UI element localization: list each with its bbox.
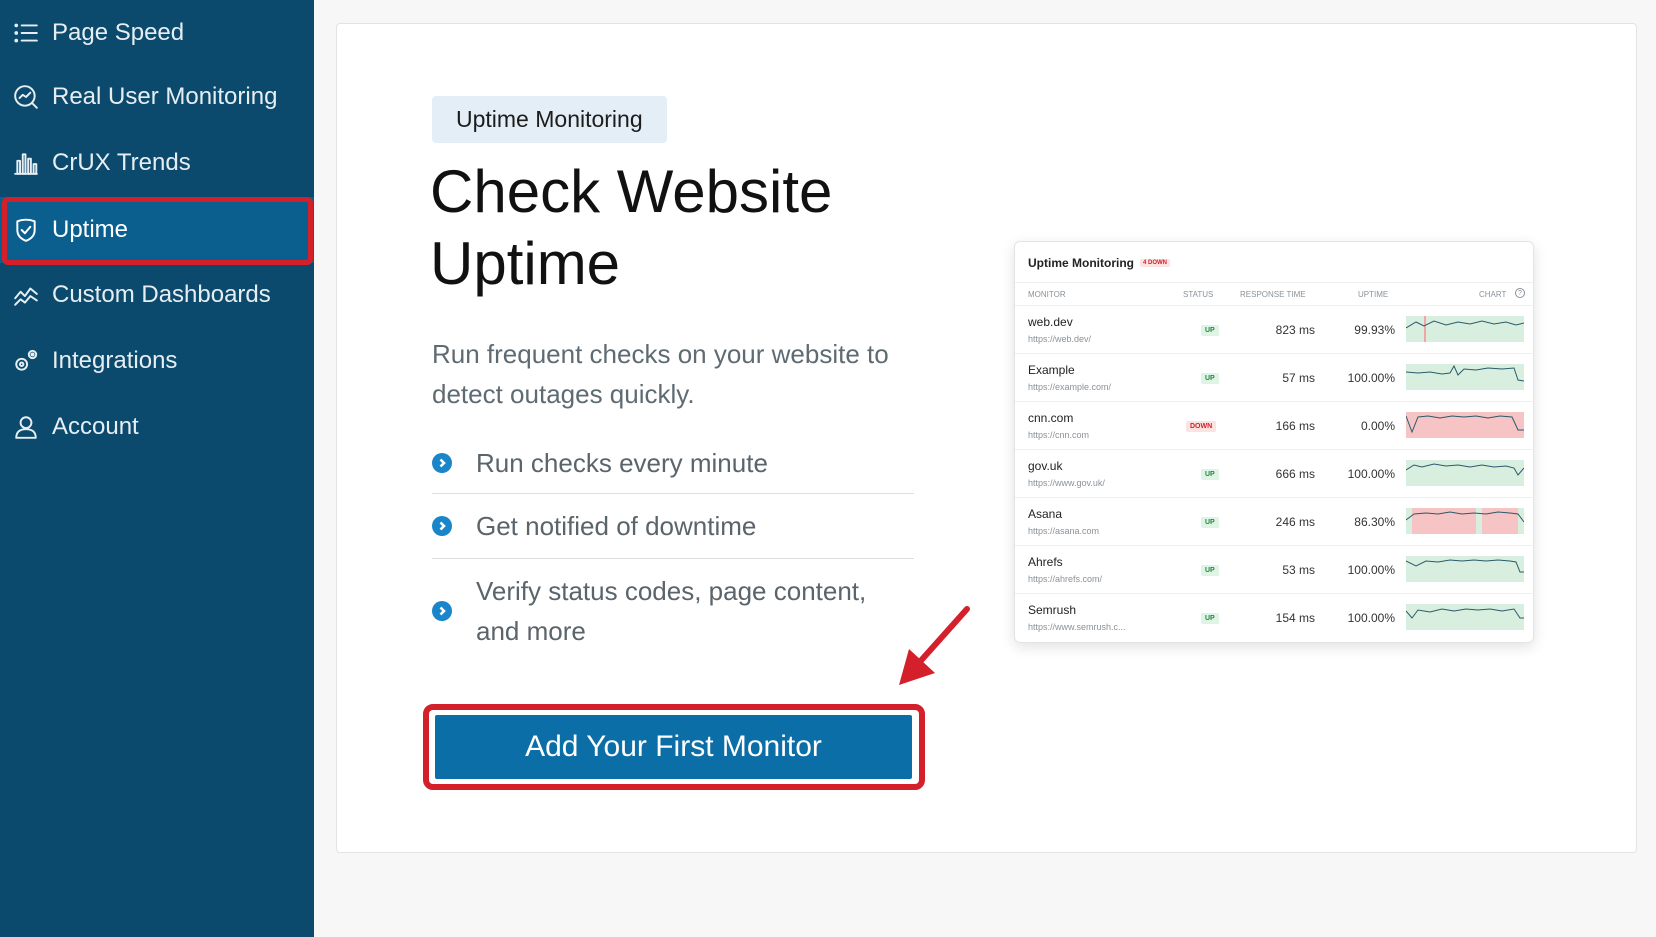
red-arrow-icon: [899, 606, 970, 685]
feature-item: Run checks every minute: [432, 432, 914, 494]
trend-line-icon: [12, 281, 40, 309]
feature-text: Verify status codes, page content, and m…: [476, 576, 867, 646]
table-row: cnn.com https://cnn.com DOWN 166 ms 0.00…: [1015, 402, 1535, 450]
chevron-right-icon: [432, 601, 452, 621]
gears-icon: [12, 347, 40, 375]
column-header: RESPONSE TIME: [1240, 290, 1306, 299]
sidebar: Page Speed Real User Monitoring CrUX Tre…: [0, 0, 314, 937]
sidebar-item-label: Uptime: [52, 216, 129, 243]
monitor-name: web.dev: [1028, 315, 1073, 329]
monitor-url: https://cnn.com: [1028, 430, 1090, 440]
monitor-name: Example: [1028, 363, 1075, 377]
uptime-percent: 0.00%: [1360, 419, 1395, 433]
add-first-monitor-button[interactable]: Add Your First Monitor: [433, 713, 914, 781]
sidebar-item-label: Account: [52, 413, 139, 440]
status-badge: UP: [1201, 613, 1219, 624]
sidebar-item-crux-trends[interactable]: CrUX Trends: [0, 130, 314, 196]
column-header: UPTIME: [1358, 290, 1389, 299]
sparkline-chart: [1406, 508, 1524, 534]
response-time: 823 ms: [1275, 323, 1315, 337]
sparkline-chart: [1406, 460, 1524, 486]
monitor-url: https://www.gov.uk/: [1028, 478, 1105, 488]
table-row: gov.uk https://www.gov.uk/ UP 666 ms 100…: [1015, 450, 1535, 498]
column-header: CHART: [1479, 290, 1507, 299]
monitor-name: Ahrefs: [1028, 555, 1063, 569]
page-title: Check Website Uptime: [430, 158, 833, 297]
response-time: 154 ms: [1275, 611, 1315, 625]
sidebar-item-label: Custom Dashboards: [52, 281, 271, 308]
sidebar-item-label: Page Speed: [52, 19, 185, 46]
monitor-url: https://asana.com: [1028, 526, 1100, 536]
monitor-url: https://web.dev/: [1028, 334, 1092, 344]
uptime-percent: 100.00%: [1347, 563, 1395, 577]
sparkline-chart: [1406, 412, 1524, 438]
table-header: MONITOR STATUS RESPONSE TIME UPTIME CHAR…: [1015, 282, 1535, 306]
bar-chart-icon: [12, 149, 40, 177]
uptime-percent: 100.00%: [1347, 467, 1395, 481]
monitor-url: https://ahrefs.com/: [1028, 574, 1103, 584]
uptime-percent: 100.00%: [1347, 611, 1395, 625]
column-header: STATUS: [1183, 290, 1214, 299]
response-time: 666 ms: [1275, 467, 1315, 481]
chevron-right-icon: [432, 516, 452, 536]
sparkline-chart: [1406, 364, 1524, 390]
sidebar-item-label: CrUX Trends: [52, 149, 191, 176]
monitor-url: https://example.com/: [1028, 382, 1112, 392]
sidebar-item-label: Integrations: [52, 347, 178, 374]
user-icon: [12, 413, 40, 441]
uptime-preview-table: Uptime Monitoring 4 DOWN MONITOR STATUS …: [1014, 241, 1535, 643]
feature-item: Verify status codes, page content, and m…: [432, 559, 914, 663]
status-badge: UP: [1201, 325, 1219, 336]
table-row: Ahrefs https://ahrefs.com/ UP 53 ms 100.…: [1015, 546, 1535, 594]
sidebar-item-uptime[interactable]: Uptime: [0, 197, 314, 263]
status-badge: UP: [1201, 517, 1219, 528]
monitor-name: gov.uk: [1028, 459, 1063, 473]
monitor-name: Semrush: [1028, 603, 1077, 617]
table-row: web.dev https://web.dev/ UP 823 ms 99.93…: [1015, 306, 1535, 354]
uptime-percent: 100.00%: [1347, 371, 1395, 385]
feature-item: Get notified of downtime: [432, 494, 914, 559]
feature-list: Run checks every minute Get notified of …: [432, 432, 914, 663]
section-tag: Uptime Monitoring: [432, 96, 667, 143]
uptime-percent: 99.93%: [1354, 323, 1395, 337]
sidebar-item-integrations[interactable]: Integrations: [0, 328, 314, 394]
monitor-url: https://www.semrush.c...: [1028, 622, 1126, 632]
table-row: Example https://example.com/ UP 57 ms 10…: [1015, 354, 1535, 402]
shield-check-icon: [12, 216, 40, 244]
uptime-percent: 86.30%: [1354, 515, 1395, 529]
sidebar-item-custom-dashboards[interactable]: Custom Dashboards: [0, 262, 314, 328]
status-badge: UP: [1201, 469, 1219, 480]
sidebar-item-label: Real User Monitoring: [52, 83, 278, 110]
sidebar-item-page-speed[interactable]: Page Speed: [0, 0, 314, 66]
response-time: 57 ms: [1282, 371, 1315, 385]
preview-title: Uptime Monitoring: [1028, 256, 1134, 270]
response-time: 53 ms: [1282, 563, 1315, 577]
help-icon: ?: [1515, 288, 1525, 298]
sparkline-chart: [1406, 556, 1524, 582]
status-badge: UP: [1201, 565, 1219, 576]
down-count-badge: 4 DOWN: [1140, 259, 1170, 267]
chevron-right-icon: [432, 452, 452, 473]
table-row: Semrush https://www.semrush.c... UP 154 …: [1015, 594, 1535, 642]
status-badge: DOWN: [1186, 421, 1217, 432]
column-header: MONITOR: [1028, 290, 1066, 299]
status-badge: UP: [1201, 373, 1219, 384]
monitor-name: Asana: [1028, 507, 1063, 521]
monitor-chart-icon: [12, 83, 40, 111]
response-time: 166 ms: [1275, 419, 1315, 433]
feature-text: Get notified of downtime: [476, 511, 757, 541]
table-row: Asana https://asana.com UP 246 ms 86.30%: [1015, 498, 1535, 546]
feature-text: Run checks every minute: [476, 447, 768, 478]
response-time: 246 ms: [1275, 515, 1315, 529]
sidebar-item-account[interactable]: Account: [0, 394, 314, 460]
sparkline-chart: [1406, 316, 1524, 342]
lead-text: Run frequent checks on your website to d…: [432, 339, 889, 409]
list-icon: [12, 19, 40, 47]
sparkline-chart: [1406, 604, 1524, 630]
sidebar-item-real-user-monitoring[interactable]: Real User Monitoring: [0, 64, 314, 130]
monitor-name: cnn.com: [1028, 411, 1074, 425]
